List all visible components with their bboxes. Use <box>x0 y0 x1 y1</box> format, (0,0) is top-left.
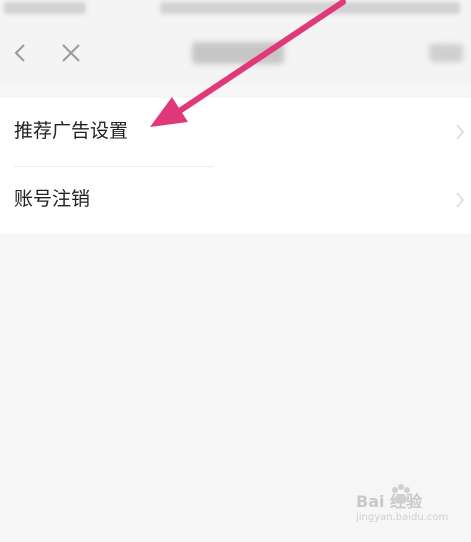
baidu-jingyan-watermark: Bai 经验 jingyan.baidu.com <box>356 484 466 538</box>
annotation-arrow <box>150 0 346 127</box>
watermark-url: jingyan.baidu.com <box>356 512 449 523</box>
paw-icon <box>390 484 412 510</box>
